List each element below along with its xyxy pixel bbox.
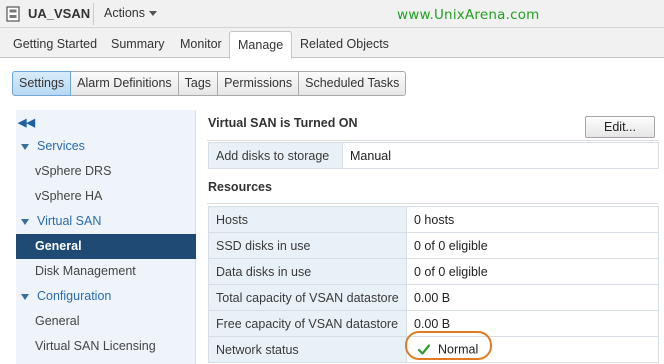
sidebar-item-config-general[interactable]: General (16, 309, 196, 334)
green-check-icon (418, 344, 430, 355)
actions-label: Actions (104, 6, 145, 20)
sidebar-item-vsphere-ha[interactable]: vSphere HA (16, 184, 196, 209)
object-header: UA_VSAN Actions www.UnixArena.com (0, 0, 664, 28)
tab-getting-started[interactable]: Getting Started (13, 37, 97, 51)
sidebar-group-services[interactable]: Services (16, 134, 196, 159)
subtab-permissions[interactable]: Permissions (218, 71, 300, 96)
watermark-text: www.UnixArena.com (397, 7, 540, 23)
tab-related-objects[interactable]: Related Objects (300, 37, 389, 51)
section-divider (207, 140, 658, 141)
primary-tabs: Getting Started Summary Monitor Manage R… (0, 28, 664, 59)
header-divider (93, 3, 94, 25)
sidebar-group-virtual-san[interactable]: Virtual SAN (16, 209, 196, 234)
object-title: UA_VSAN (28, 6, 91, 21)
resource-label: Data disks in use (208, 258, 407, 285)
table-row: Network status Normal (208, 336, 659, 363)
section-divider (207, 203, 658, 204)
table-row: Hosts 0 hosts (208, 206, 659, 233)
network-status-value-cell: Normal (406, 336, 659, 363)
triangle-down-icon (21, 143, 29, 150)
sidebar-item-vsphere-drs[interactable]: vSphere DRS (16, 159, 196, 184)
sidebar-group-configuration[interactable]: Configuration (16, 284, 196, 309)
table-row: Add disks to storage Manual (208, 142, 659, 169)
sidebar-group-label: Configuration (37, 289, 112, 303)
resource-value: 0.00 B (406, 284, 659, 311)
sidebar-item-disk-management[interactable]: Disk Management (16, 259, 196, 284)
resource-label: Free capacity of VSAN datastore (208, 310, 407, 337)
double-chevron-left-icon[interactable]: ◀◀ (18, 116, 35, 129)
resource-value: 0 of 0 eligible (406, 232, 659, 259)
vsan-status-title: Virtual SAN is Turned ON (208, 116, 358, 130)
sidebar-group-label: Services (37, 139, 85, 153)
network-status-label: Network status (208, 336, 407, 363)
table-row: Data disks in use 0 of 0 eligible (208, 258, 659, 285)
resource-value: 0.00 B (406, 310, 659, 337)
subtab-alarm-definitions[interactable]: Alarm Definitions (71, 71, 179, 96)
settings-sidebar: ◀◀ Services vSphere DRS vSphere HA Virtu… (16, 110, 196, 364)
resources-table: Hosts 0 hosts SSD disks in use 0 of 0 el… (208, 206, 659, 363)
add-disks-value: Manual (342, 142, 659, 169)
subtab-tags[interactable]: Tags (178, 71, 219, 96)
add-disks-label: Add disks to storage (208, 142, 343, 169)
table-row: Free capacity of VSAN datastore 0.00 B (208, 310, 659, 337)
settings-subtabs: Settings Alarm Definitions Tags Permissi… (12, 71, 407, 96)
resource-label: Hosts (208, 206, 407, 233)
subtab-settings[interactable]: Settings (12, 71, 72, 96)
resource-label: Total capacity of VSAN datastore (208, 284, 407, 311)
tab-manage[interactable]: Manage (229, 31, 293, 59)
tab-summary[interactable]: Summary (111, 37, 164, 51)
vsan-settings-table: Add disks to storage Manual (208, 142, 659, 169)
triangle-down-icon (21, 293, 29, 300)
table-row: Total capacity of VSAN datastore 0.00 B (208, 284, 659, 311)
resource-label: SSD disks in use (208, 232, 407, 259)
cluster-icon (6, 6, 20, 22)
chevron-down-icon (149, 11, 157, 17)
sidebar-group-label: Virtual SAN (37, 214, 102, 228)
table-row: SSD disks in use 0 of 0 eligible (208, 232, 659, 259)
sidebar-item-vsan-licensing[interactable]: Virtual SAN Licensing (16, 334, 196, 359)
resource-value: 0 hosts (406, 206, 659, 233)
tab-monitor[interactable]: Monitor (180, 37, 222, 51)
triangle-down-icon (21, 218, 29, 225)
network-status-value: Normal (438, 342, 479, 357)
subtab-scheduled-tasks[interactable]: Scheduled Tasks (299, 71, 407, 96)
edit-button[interactable]: Edit... (585, 116, 655, 138)
actions-menu-button[interactable]: Actions (104, 6, 157, 20)
sidebar-item-vsan-general[interactable]: General (16, 234, 196, 259)
resource-value: 0 of 0 eligible (406, 258, 659, 285)
resources-title: Resources (208, 180, 272, 194)
